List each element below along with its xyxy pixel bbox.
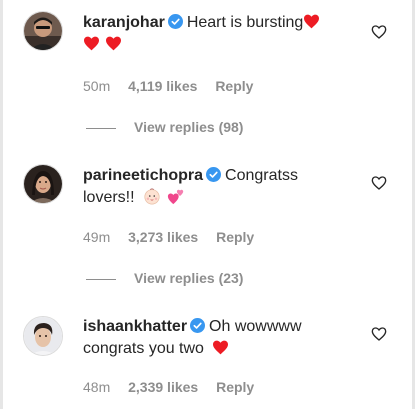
verified-badge-icon	[190, 318, 206, 333]
view-replies-button[interactable]: View replies (23)	[86, 270, 243, 286]
view-replies-divider	[86, 278, 116, 280]
like-heart-icon[interactable]	[371, 175, 387, 191]
red-heart-emoji-icon	[304, 14, 320, 29]
view-replies-divider	[86, 127, 116, 129]
two-hearts-emoji-icon	[168, 189, 184, 205]
comment-username[interactable]: karanjohar	[83, 14, 165, 31]
red-heart-emoji-icon	[106, 36, 121, 51]
comment-time: 49m	[83, 229, 111, 245]
comment-text: Heart is bursting	[186, 14, 304, 31]
comment-username[interactable]: ishaankhatter	[83, 318, 187, 335]
comment-meta: 50m 4,119 likes Reply	[83, 78, 267, 94]
comment-body: karanjohar Heart is bursting	[83, 12, 353, 56]
view-replies-label: View replies (23)	[134, 270, 244, 286]
avatar[interactable]	[23, 164, 63, 204]
reply-button[interactable]: Reply	[215, 78, 253, 94]
comment-username[interactable]: parineetichopra	[83, 167, 203, 184]
baby-face-emoji-icon	[144, 188, 160, 205]
view-replies-label: View replies (98)	[134, 119, 244, 135]
view-replies-button[interactable]: View replies (98)	[86, 119, 243, 135]
avatar[interactable]	[23, 11, 63, 51]
comment-time: 50m	[83, 78, 111, 94]
comment-meta: 49m 3,273 likes Reply	[83, 229, 268, 245]
red-heart-emoji-icon	[213, 340, 229, 355]
like-heart-icon[interactable]	[371, 24, 387, 40]
reply-button[interactable]: Reply	[216, 229, 254, 245]
reply-button[interactable]: Reply	[216, 379, 254, 395]
comment-meta: 48m 2,339 likes Reply	[83, 379, 268, 395]
verified-badge-icon	[206, 167, 222, 182]
red-heart-emoji-icon	[84, 36, 99, 51]
comment-likes[interactable]: 3,273 likes	[128, 229, 198, 245]
comment-time: 48m	[83, 379, 111, 395]
comment-likes[interactable]: 4,119 likes	[128, 78, 197, 94]
comment-likes[interactable]: 2,339 likes	[128, 379, 198, 395]
comment-body: parineetichopra Congratss lovers!!	[83, 165, 353, 209]
avatar[interactable]	[23, 316, 63, 356]
comment-body: ishaankhatter Oh wowwww congrats you two	[83, 316, 353, 360]
verified-badge-icon	[167, 14, 183, 29]
window-frame-left	[0, 0, 3, 409]
like-heart-icon[interactable]	[371, 326, 387, 342]
